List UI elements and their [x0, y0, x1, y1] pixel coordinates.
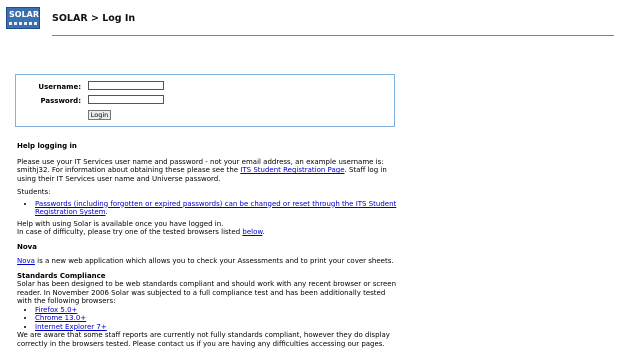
list-item: Chrome 13.0+ [35, 314, 402, 323]
below-link[interactable]: below [242, 228, 262, 236]
students-label: Students: [17, 188, 51, 196]
nova-heading: Nova [17, 242, 37, 251]
nova-text: is a new web application which allows yo… [34, 257, 394, 265]
password-label: Password: [40, 97, 81, 105]
login-form: Username: Password: Login [15, 74, 395, 127]
difficulty-tail: . [262, 228, 265, 236]
username-label: Username: [38, 83, 81, 91]
password-reset-link[interactable]: Passwords (including forgotten or expire… [35, 200, 396, 217]
header-divider [52, 35, 614, 36]
page-title: SOLAR > Log In [52, 13, 136, 24]
help-available-text: Help with using Solar is available once … [17, 219, 224, 228]
main-content: Help logging in Please use your IT Servi… [17, 142, 402, 348]
chrome-link[interactable]: Chrome 13.0+ [35, 314, 86, 322]
logo-text: SOLAR [9, 10, 40, 19]
its-registration-link[interactable]: ITS Student Registration Page [240, 166, 344, 174]
nova-paragraph: Nova is a new web application which allo… [17, 257, 402, 266]
standards-paragraph: Solar has been designed to be web standa… [17, 280, 397, 305]
nova-link[interactable]: Nova [17, 257, 35, 265]
students-list: Passwords (including forgotten or expire… [17, 200, 402, 217]
password-input[interactable] [88, 95, 164, 104]
list-item: Internet Explorer 7+ [35, 323, 402, 332]
username-input[interactable] [88, 81, 164, 90]
browser-list: Firefox 5.0+ Chrome 13.0+ Internet Explo… [17, 306, 402, 332]
ie-link[interactable]: Internet Explorer 7+ [35, 323, 107, 331]
firefox-link[interactable]: Firefox 5.0+ [35, 306, 77, 314]
difficulty-paragraph: In case of difficulty, please try one of… [17, 228, 402, 237]
difficulty-text: In case of difficulty, please try one of… [17, 228, 243, 236]
help-paragraph: Please use your IT Services user name an… [17, 158, 402, 184]
standards-heading: Standards Compliance [17, 271, 106, 280]
list-item: Firefox 5.0+ [35, 306, 402, 315]
staff-reports-paragraph: We are aware that some staff reports are… [17, 331, 390, 348]
login-button[interactable]: Login [88, 110, 111, 120]
list-item: Passwords (including forgotten or expire… [35, 200, 402, 217]
students-tail: . [105, 208, 108, 216]
logo-decoration [9, 22, 37, 25]
help-heading: Help logging in [17, 142, 77, 150]
solar-logo: SOLAR [6, 7, 40, 29]
